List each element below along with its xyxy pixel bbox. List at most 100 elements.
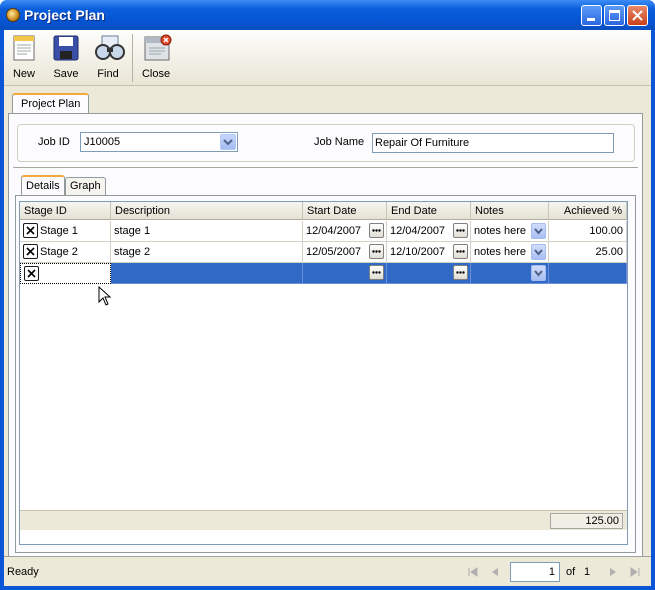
notes-dropdown-button[interactable] (531, 244, 546, 260)
maximize-icon (609, 10, 620, 21)
status-bar: Ready of 1 (4, 556, 651, 586)
save-button[interactable]: Save (46, 34, 86, 84)
stage-id-value: Stage 1 (40, 225, 78, 237)
status-text: Ready (7, 566, 39, 578)
new-row[interactable] (20, 263, 627, 284)
close-icon (26, 247, 35, 256)
achieved-total: 125.00 (550, 513, 623, 529)
close-icon (632, 10, 643, 21)
notes-cell[interactable]: notes here (471, 221, 549, 242)
start-date-cell[interactable] (303, 263, 387, 284)
close-form-icon (142, 34, 172, 62)
job-name-label: Job Name (314, 136, 365, 148)
date-picker-button[interactable] (453, 223, 468, 238)
notes-value: notes here (474, 225, 526, 237)
chevron-down-icon (534, 270, 543, 277)
chevron-down-icon (223, 139, 233, 146)
stage-id-cell[interactable] (20, 263, 111, 284)
column-header-notes[interactable]: Notes (471, 202, 549, 220)
table-row[interactable]: Stage 1 stage 1 12/04/2007 12/04/2007 no… (20, 221, 627, 242)
description-cell[interactable]: stage 2 (111, 242, 303, 263)
app-icon (6, 8, 20, 22)
column-header-end-date[interactable]: End Date (387, 202, 471, 220)
close-icon (27, 269, 36, 278)
achieved-cell[interactable] (549, 263, 627, 284)
close-window-button[interactable] (627, 5, 648, 26)
date-picker-button[interactable] (453, 244, 468, 259)
total-pages: 1 (584, 566, 591, 578)
find-label: Find (97, 68, 119, 80)
start-date-cell[interactable]: 12/04/2007 (303, 221, 387, 242)
job-id-label: Job ID (38, 136, 70, 148)
column-header-stage-id[interactable]: Stage ID (20, 202, 111, 220)
ellipsis-icon (456, 229, 465, 232)
notes-cell[interactable]: notes here (471, 242, 549, 263)
first-page-icon (468, 567, 478, 577)
delete-row-button[interactable] (23, 223, 38, 238)
notes-dropdown-button[interactable] (531, 265, 546, 281)
next-page-icon (610, 568, 616, 576)
app-window: Project Plan New Save Find Close Project… (0, 0, 655, 590)
date-picker-button[interactable] (369, 223, 384, 238)
job-id-dropdown-button[interactable] (220, 134, 236, 150)
last-page-button[interactable] (628, 565, 642, 579)
last-page-icon (630, 567, 640, 577)
end-date-value: 12/04/2007 (390, 225, 446, 237)
start-date-value: 12/04/2007 (306, 225, 362, 237)
achieved-cell[interactable]: 25.00 (549, 242, 627, 263)
table-row[interactable]: Stage 2 stage 2 12/05/2007 12/10/2007 no… (20, 242, 627, 263)
tab-project-plan[interactable]: Project Plan (12, 93, 90, 113)
column-header-description[interactable]: Description (111, 202, 303, 220)
toolbar: New Save Find Close (4, 30, 651, 86)
job-id-combo[interactable]: J10005 (80, 132, 238, 152)
ellipsis-icon (372, 271, 381, 274)
tab-details[interactable]: Details (21, 175, 65, 195)
divider (13, 167, 638, 168)
date-picker-button[interactable] (369, 244, 384, 259)
job-group: Job ID J10005 Job Name (17, 124, 635, 162)
notes-dropdown-button[interactable] (531, 223, 546, 239)
of-label: of (566, 566, 576, 578)
notes-cell[interactable] (471, 263, 549, 284)
next-page-button[interactable] (606, 565, 620, 579)
end-date-cell[interactable]: 12/10/2007 (387, 242, 471, 263)
date-picker-button[interactable] (369, 265, 384, 280)
column-header-achieved[interactable]: Achieved % (549, 202, 627, 220)
delete-row-button[interactable] (23, 244, 38, 259)
end-date-cell[interactable]: 12/04/2007 (387, 221, 471, 242)
client-area: New Save Find Close Project Plan Job ID … (4, 30, 651, 586)
delete-row-button[interactable] (24, 266, 39, 281)
minimize-button[interactable] (581, 5, 602, 26)
maximize-button[interactable] (604, 5, 625, 26)
ellipsis-icon (456, 271, 465, 274)
start-date-cell[interactable]: 12/05/2007 (303, 242, 387, 263)
page-number-input[interactable] (510, 562, 560, 582)
stage-id-value: Stage 2 (40, 246, 78, 258)
title-bar[interactable]: Project Plan (0, 0, 655, 30)
close-button[interactable]: Close (136, 34, 176, 84)
new-label: New (12, 68, 35, 80)
new-button[interactable]: New (4, 34, 44, 84)
column-header-start-date[interactable]: Start Date (303, 202, 387, 220)
stage-id-cell[interactable]: Stage 2 (20, 242, 111, 263)
grid-summary-bar: 125.00 (20, 510, 627, 530)
chevron-down-icon (534, 249, 543, 256)
tab-graph[interactable]: Graph (65, 177, 106, 195)
stage-id-cell[interactable]: Stage 1 (20, 221, 111, 242)
project-plan-panel: Job ID J10005 Job Name Details Graph S (8, 113, 643, 558)
toolbar-separator (132, 34, 133, 82)
date-picker-button[interactable] (453, 265, 468, 280)
achieved-cell[interactable]: 100.00 (549, 221, 627, 242)
job-name-input[interactable] (372, 133, 614, 153)
binoculars-icon (94, 34, 125, 62)
stages-grid[interactable]: Stage ID Description Start Date End Date… (19, 201, 628, 545)
end-date-value: 12/10/2007 (390, 246, 446, 258)
description-cell[interactable] (111, 263, 303, 284)
previous-page-button[interactable] (488, 565, 502, 579)
first-page-button[interactable] (466, 565, 480, 579)
find-button[interactable]: Find (88, 34, 128, 84)
job-id-value: J10005 (84, 136, 121, 148)
end-date-cell[interactable] (387, 263, 471, 284)
save-label: Save (53, 68, 79, 80)
description-cell[interactable]: stage 1 (111, 221, 303, 242)
